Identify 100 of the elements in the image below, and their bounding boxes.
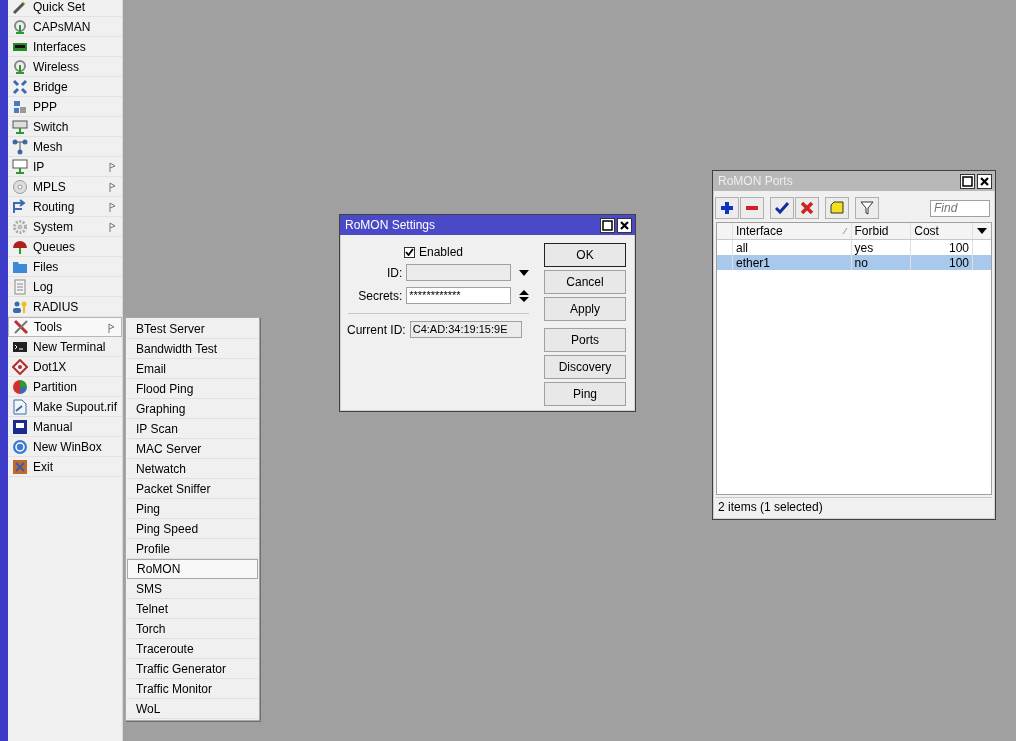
- menu-label: New Terminal: [33, 340, 106, 353]
- menu-label: IP: [33, 160, 45, 173]
- menu-label: Switch: [33, 120, 69, 133]
- secrets-field[interactable]: ************: [406, 287, 511, 304]
- sidebar-item[interactable]: Make Supout.rif: [8, 397, 122, 417]
- submenu-item[interactable]: MAC Server: [127, 439, 258, 459]
- diamond-icon: [12, 358, 28, 375]
- gear-icon: [12, 218, 28, 235]
- submenu-item[interactable]: Telnet: [127, 599, 258, 619]
- column-header[interactable]: Forbid: [851, 223, 912, 239]
- sidebar-item[interactable]: Switch: [8, 117, 122, 137]
- submenu-item[interactable]: Email: [127, 359, 258, 379]
- close-icon: [979, 175, 990, 187]
- umbrella-icon: [12, 238, 28, 255]
- sidebar-item[interactable]: Quick Set: [8, 0, 122, 17]
- pie-chart-icon: [12, 378, 28, 395]
- dialog-button[interactable]: OK: [544, 243, 626, 267]
- current-id-field[interactable]: C4:AD:34:19:15:9E: [409, 321, 522, 338]
- table-row[interactable]: ether1 no 100: [717, 255, 991, 270]
- toolbar-button[interactable]: [795, 197, 819, 219]
- sidebar-item[interactable]: Files: [8, 257, 122, 277]
- submenu-item[interactable]: Netwatch: [127, 459, 258, 479]
- filter-icon: [860, 201, 874, 215]
- menu-label: Partition: [33, 380, 78, 393]
- menu-label: Mesh: [33, 140, 63, 153]
- submenu-item[interactable]: Packet Sniffer: [127, 479, 258, 499]
- submenu-item[interactable]: Traffic Monitor: [127, 679, 258, 699]
- submenu-item[interactable]: SMS: [127, 579, 258, 599]
- table-cell: yes: [854, 241, 874, 254]
- menu-label: Interfaces: [33, 40, 86, 53]
- dialog-button[interactable]: Discovery: [544, 355, 626, 379]
- submenu-item[interactable]: Ping: [127, 499, 258, 519]
- sidebar-item[interactable]: New Terminal: [8, 337, 122, 357]
- sidebar-item[interactable]: Exit: [8, 457, 122, 477]
- sidebar-item[interactable]: Bridge: [8, 77, 122, 97]
- status-text: 2 items (1 selected): [718, 500, 823, 513]
- dropdown-arrow-icon: [519, 269, 529, 276]
- table-cell: ether1: [735, 256, 770, 269]
- add-icon: [720, 201, 734, 215]
- submenu-item[interactable]: RoMON: [127, 559, 258, 579]
- menu-label: Wireless: [33, 60, 79, 73]
- sidebar-item[interactable]: System: [8, 217, 122, 237]
- sidebar-item[interactable]: IP: [8, 157, 122, 177]
- dropdown-arrow-icon: [977, 228, 987, 234]
- sidebar-item[interactable]: Mesh: [8, 137, 122, 157]
- sidebar-item[interactable]: Partition: [8, 377, 122, 397]
- toolbar-button[interactable]: [855, 197, 879, 219]
- sidebar-item[interactable]: Queues: [8, 237, 122, 257]
- sidebar-item[interactable]: Dot1X: [8, 357, 122, 377]
- enabled-checkbox[interactable]: [404, 246, 415, 258]
- menu-label: Make Supout.rif: [33, 400, 118, 413]
- sidebar-item[interactable]: MPLS: [8, 177, 122, 197]
- submenu-item[interactable]: IP Scan: [127, 419, 258, 439]
- toolbar-button[interactable]: [715, 197, 739, 219]
- dialog-button[interactable]: Cancel: [544, 270, 626, 294]
- submenu-item[interactable]: Traceroute: [127, 639, 258, 659]
- menu-label: MPLS: [33, 180, 66, 193]
- sidebar-item[interactable]: Manual: [8, 417, 122, 437]
- sidebar-item[interactable]: Tools: [8, 317, 122, 337]
- find-field[interactable]: Find: [930, 199, 990, 217]
- sidebar-item[interactable]: PPP: [8, 97, 122, 117]
- submenu-item[interactable]: Flood Ping: [127, 379, 258, 399]
- toolbar-button[interactable]: [770, 197, 794, 219]
- sidebar-item[interactable]: CAPsMAN: [8, 17, 122, 37]
- maximize-icon: [602, 219, 613, 231]
- menu-label: Tools: [34, 321, 62, 333]
- dialog-button[interactable]: Ping: [544, 382, 626, 406]
- field-label: Current ID:: [347, 323, 406, 336]
- close-icon: [619, 219, 630, 231]
- sidebar-item[interactable]: Log: [8, 277, 122, 297]
- sidebar-item[interactable]: Wireless: [8, 57, 122, 77]
- column-header[interactable]: Interface: [735, 225, 783, 237]
- nodes-icon: [12, 138, 28, 155]
- submenu-item[interactable]: Traffic Generator: [127, 659, 258, 679]
- checkbox-label: Enabled: [419, 246, 464, 258]
- close-button[interactable]: [617, 217, 632, 233]
- submenu-item[interactable]: Graphing: [127, 399, 258, 419]
- submenu-item[interactable]: WoL: [127, 699, 258, 719]
- field-label: ID:: [385, 266, 403, 279]
- maximize-button[interactable]: [960, 173, 975, 189]
- document-icon: [12, 278, 28, 295]
- maximize-button[interactable]: [600, 217, 615, 233]
- close-button[interactable]: [977, 173, 992, 189]
- submenu-item[interactable]: Torch: [127, 619, 258, 639]
- dialog-button[interactable]: Ports: [544, 328, 626, 352]
- maximize-icon: [962, 175, 973, 187]
- submenu-item[interactable]: Bandwidth Test: [127, 339, 258, 359]
- menu-label: RADIUS: [33, 300, 79, 313]
- toolbar-button[interactable]: [740, 197, 764, 219]
- submenu-item[interactable]: BTest Server: [127, 319, 258, 339]
- column-header[interactable]: Cost: [911, 223, 974, 239]
- dialog-button[interactable]: Apply: [544, 297, 626, 321]
- check-icon: [405, 248, 414, 256]
- sidebar-item[interactable]: Routing: [8, 197, 122, 217]
- sidebar-item[interactable]: New WinBox: [8, 437, 122, 457]
- table-cell: 100: [949, 256, 970, 269]
- menu-label: Bridge: [33, 80, 68, 93]
- sidebar-item[interactable]: Interfaces: [8, 37, 122, 57]
- submenu-item[interactable]: Ping Speed: [127, 519, 258, 539]
- id-field[interactable]: [406, 264, 511, 281]
